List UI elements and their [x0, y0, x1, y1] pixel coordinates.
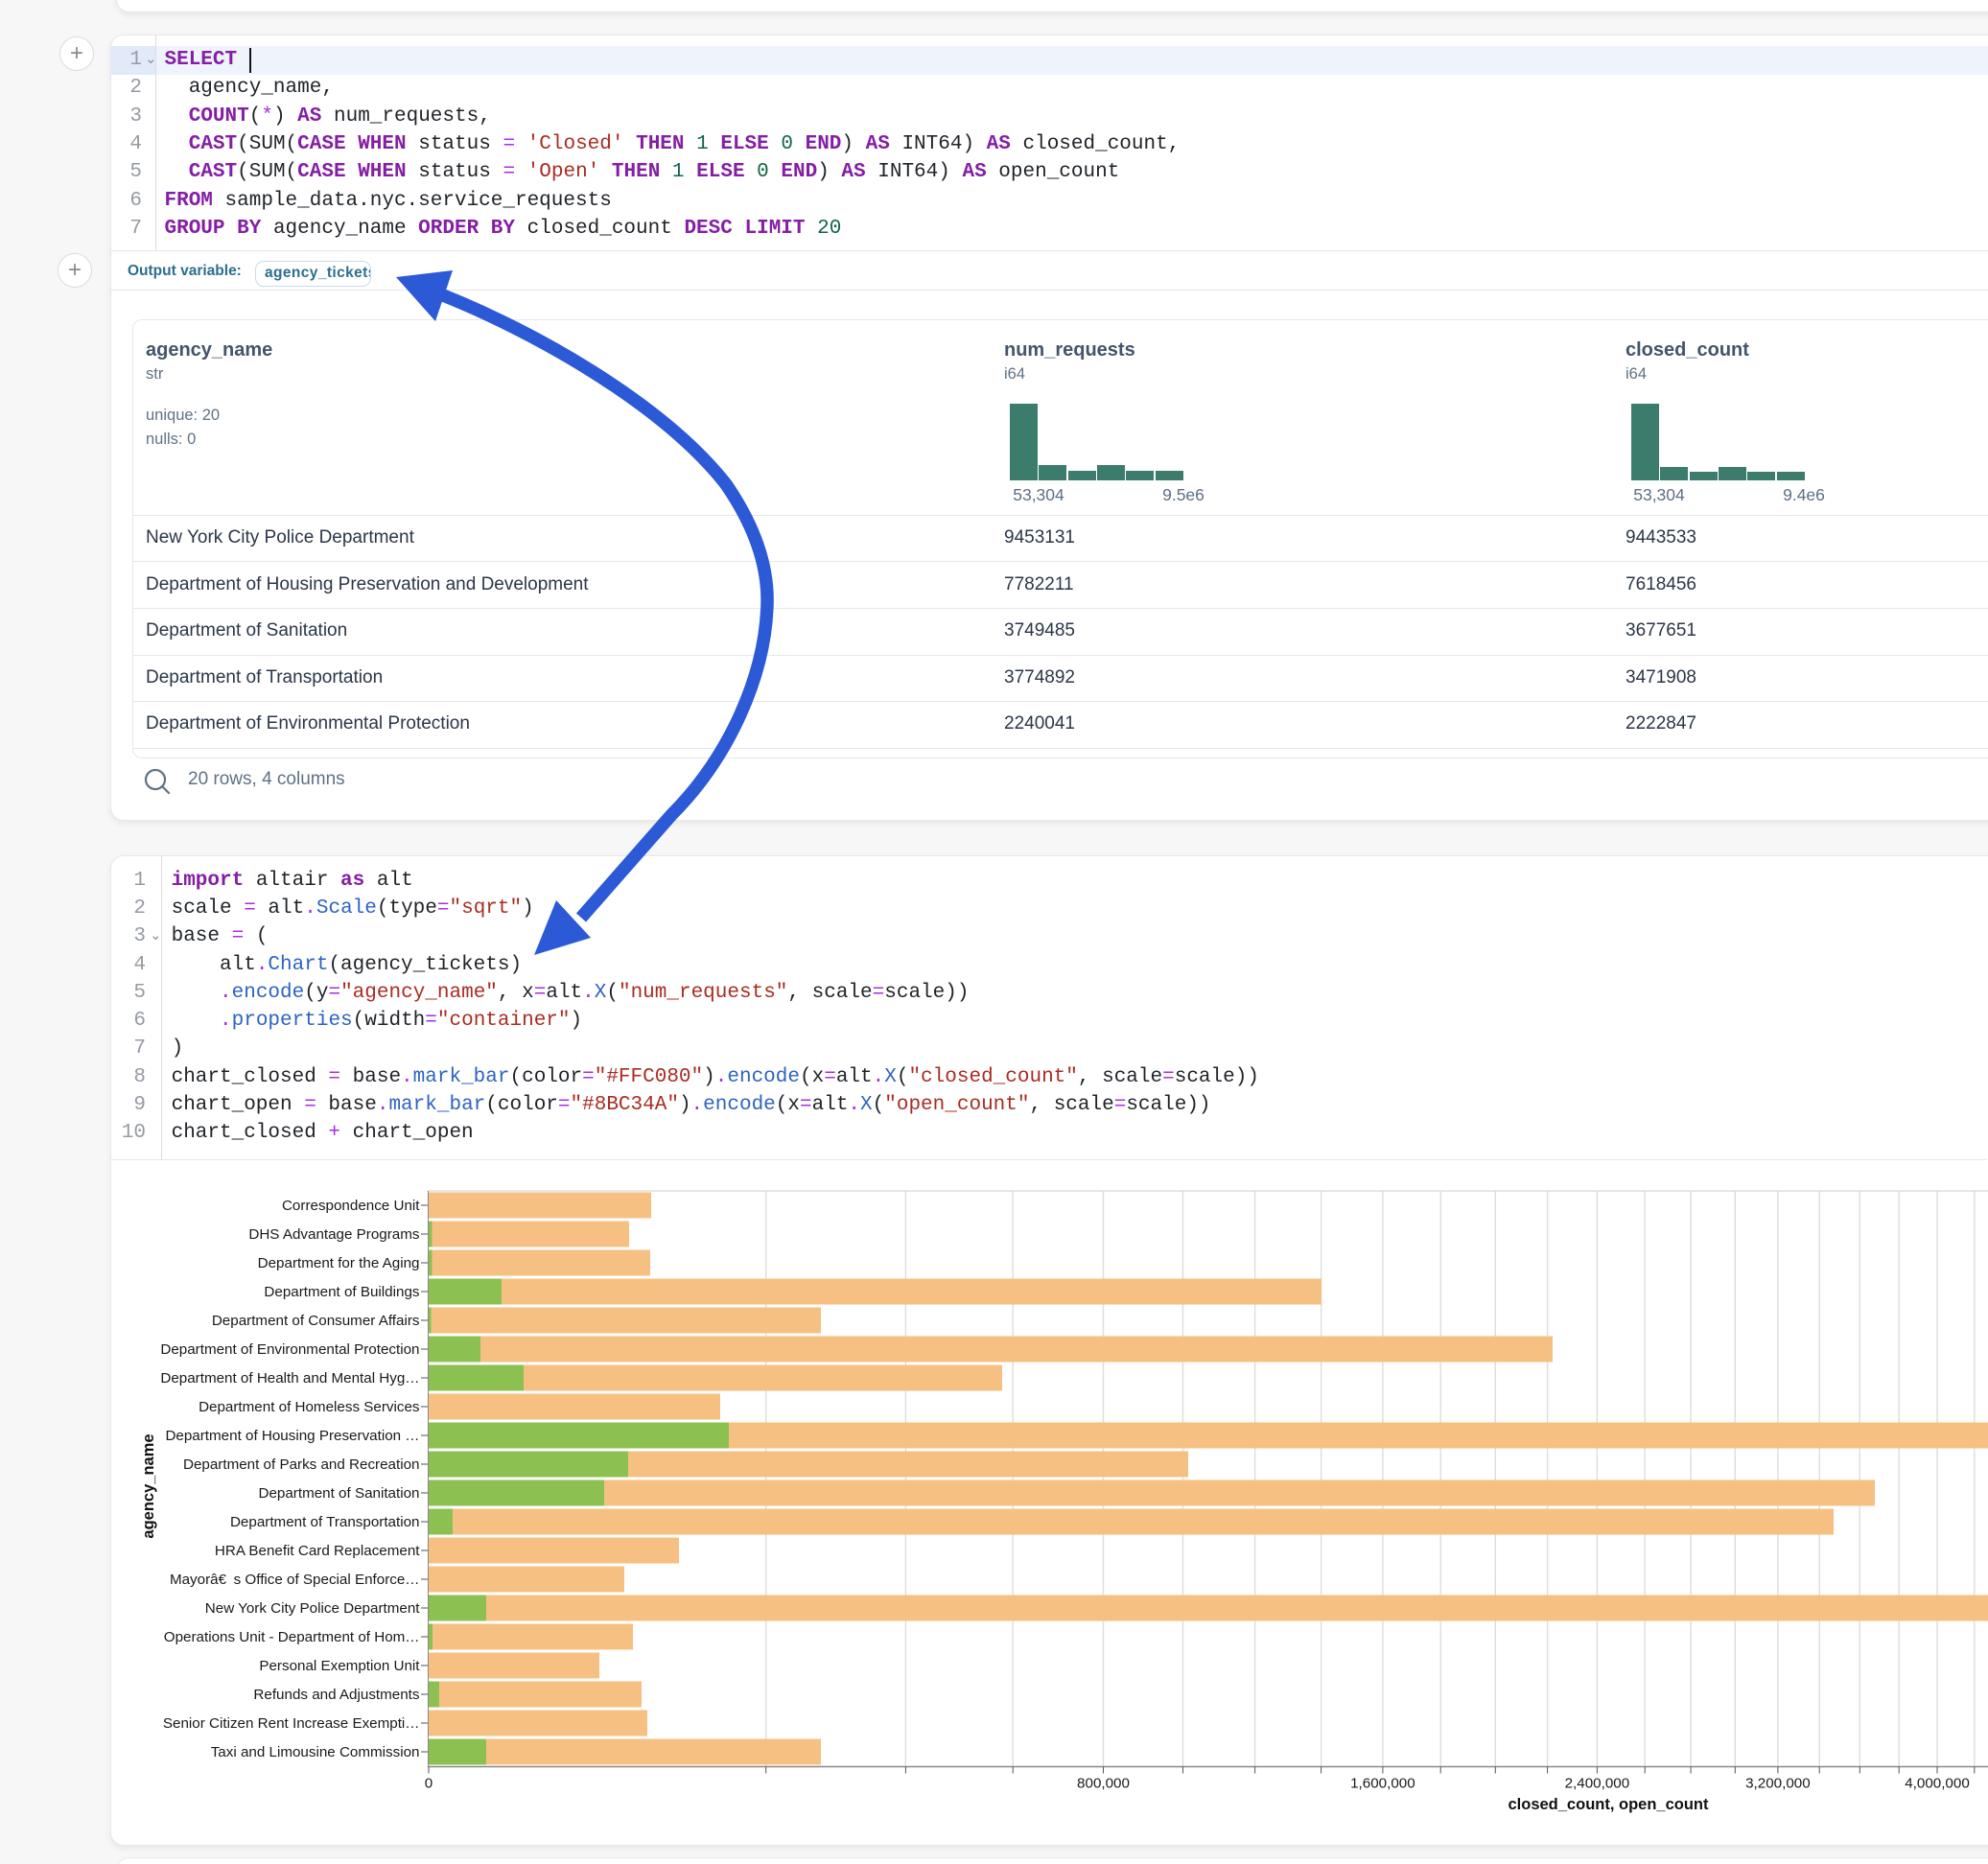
svg-text:HRA Benefit Card Replacement: HRA Benefit Card Replacement [215, 1543, 420, 1559]
svg-text:Personal Exemption Unit: Personal Exemption Unit [259, 1658, 420, 1674]
svg-text:3,200,000: 3,200,000 [1745, 1776, 1811, 1792]
svg-text:Department of Transportation: Department of Transportation [230, 1514, 420, 1530]
svg-text:Department of Buildings: Department of Buildings [264, 1284, 419, 1300]
svg-text:Taxi and Limousine Commission: Taxi and Limousine Commission [211, 1744, 420, 1760]
svg-text:DHS Advantage Programs: DHS Advantage Programs [248, 1226, 420, 1243]
svg-text:800,000: 800,000 [1077, 1776, 1130, 1792]
svg-text:1,600,000: 1,600,000 [1350, 1776, 1415, 1792]
svg-text:0: 0 [425, 1776, 433, 1792]
svg-text:4,000,000: 4,000,000 [1905, 1776, 1970, 1792]
svg-text:New York City Police Departmen: New York City Police Department [205, 1600, 420, 1617]
svg-text:Department of Housing Preserva: Department of Housing Preservation … [165, 1428, 419, 1444]
svg-text:2,400,000: 2,400,000 [1565, 1776, 1630, 1792]
svg-text:Department of Consumer Affairs: Department of Consumer Affairs [212, 1313, 420, 1329]
svg-text:Correspondence Unit: Correspondence Unit [282, 1198, 420, 1214]
svg-text:Mayorâ€ s Office of Special En: Mayorâ€ s Office of Special Enforce… [170, 1572, 420, 1588]
svg-text:Department of Health and Menta: Department of Health and Mental Hyg… [160, 1370, 419, 1386]
svg-text:Department of Environmental Pr: Department of Environmental Protection [160, 1341, 419, 1358]
svg-text:Department of Sanitation: Department of Sanitation [258, 1485, 419, 1502]
svg-text:Operations Unit - Department o: Operations Unit - Department of Hom… [164, 1629, 420, 1645]
svg-text:Refunds and Adjustments: Refunds and Adjustments [253, 1687, 419, 1703]
svg-text:Senior Citizen Rent Increase E: Senior Citizen Rent Increase Exempti… [163, 1715, 420, 1732]
svg-text:agency_name: agency_name [140, 1433, 157, 1538]
svg-text:Department of Homeless Service: Department of Homeless Services [199, 1399, 420, 1415]
svg-text:closed_count, open_count: closed_count, open_count [1508, 1796, 1709, 1813]
svg-text:Department for the Aging: Department for the Aging [258, 1255, 420, 1271]
svg-text:Department of Parks and Recrea: Department of Parks and Recreation [183, 1456, 420, 1473]
